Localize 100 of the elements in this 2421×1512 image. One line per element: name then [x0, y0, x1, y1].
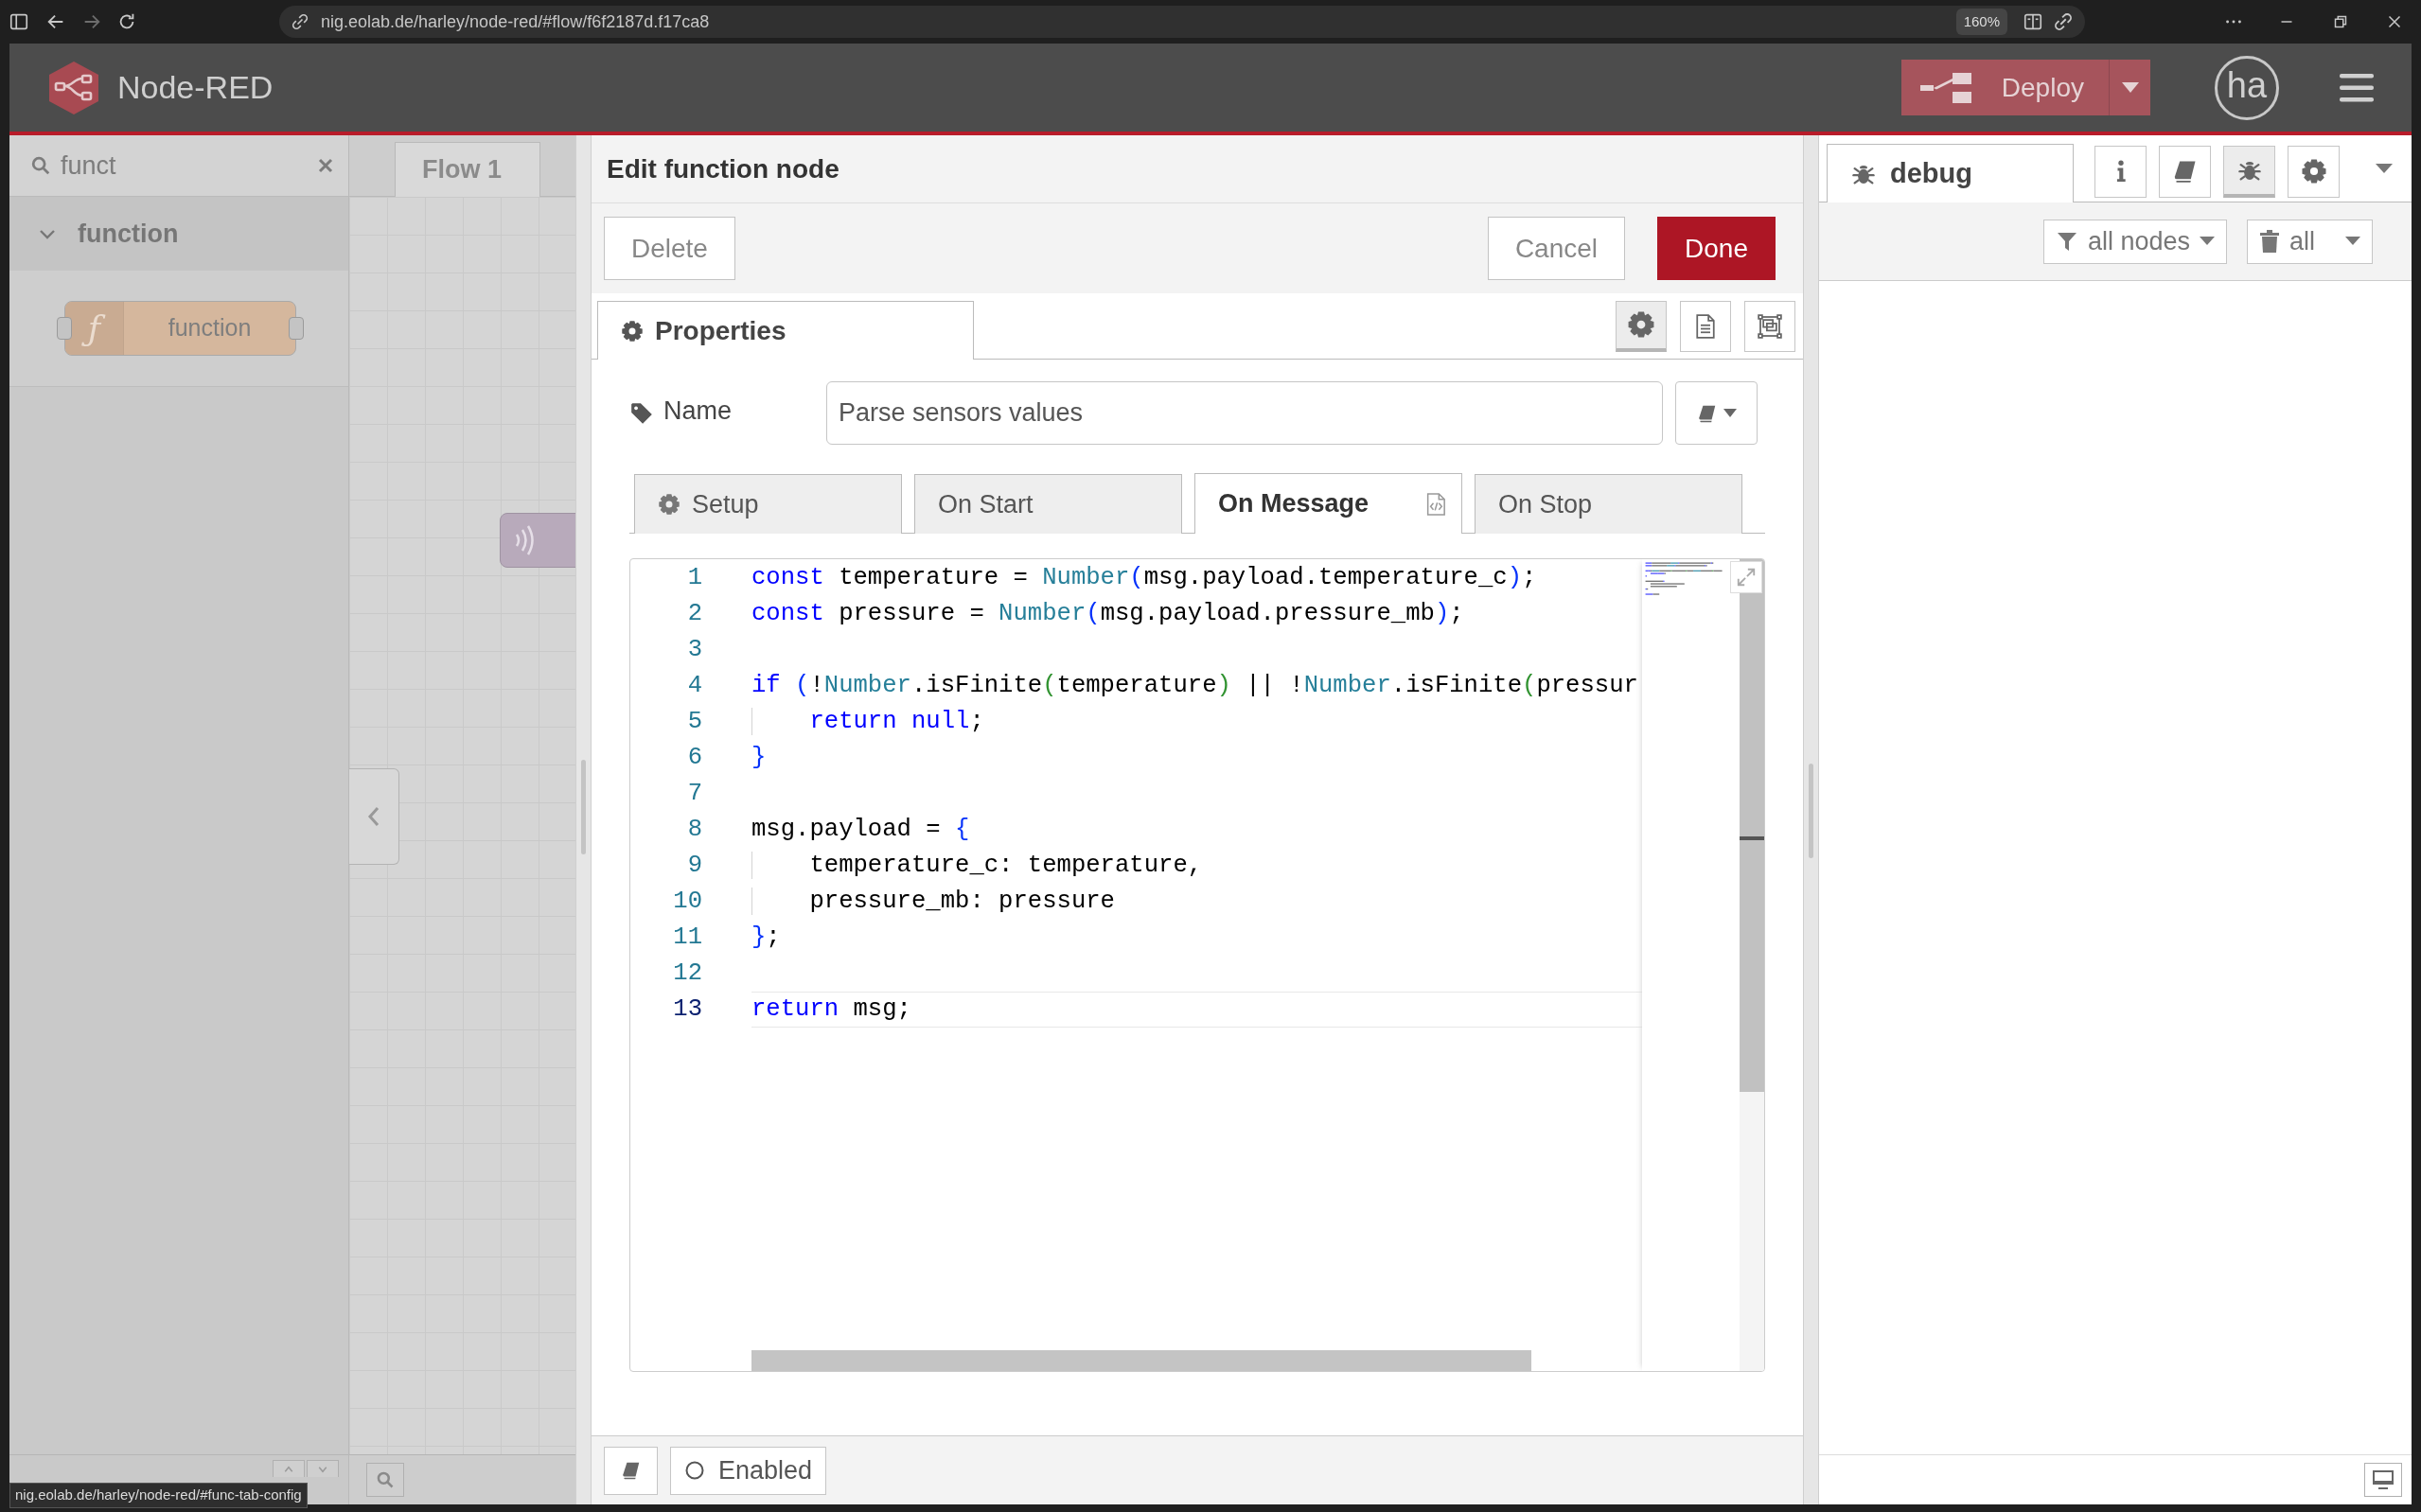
code-line: const temperature = Number(msg.payload.temperature_c); [751, 563, 1538, 593]
flow-node[interactable] [500, 513, 575, 568]
tab-label: On Message [1218, 488, 1370, 520]
sidebar-tool-tab[interactable] [2288, 145, 2340, 198]
tool-tab[interactable] [1744, 300, 1795, 352]
tray-title: Edit function node [592, 135, 1803, 203]
code-line: if (!Number.isFinite(temperature) || !Number.isFinite(pressur [751, 671, 1639, 701]
editor-tab[interactable]: On Start [914, 474, 1182, 534]
cursor-marker [1740, 836, 1764, 840]
resize-handle[interactable] [1809, 764, 1813, 858]
code-line: pressure_mb: pressure [751, 884, 1642, 920]
search-value: funct [61, 149, 117, 182]
editor-tab[interactable]: On Stop [1475, 474, 1742, 534]
line-number: 2 [686, 599, 703, 629]
tag-icon [629, 400, 654, 426]
code-line: }; [751, 923, 782, 953]
gear-icon [621, 319, 644, 343]
site-info-icon[interactable] [291, 12, 309, 31]
clear-icon[interactable] [318, 158, 333, 173]
line-number: 3 [686, 635, 703, 665]
app-title: Node-RED [117, 68, 274, 107]
deploy-menu-button[interactable] [2109, 60, 2150, 115]
gear-icon [658, 493, 680, 516]
sidebar-tool-tab[interactable] [2223, 145, 2275, 198]
properties-tab[interactable]: Properties [597, 301, 974, 360]
zoom-badge[interactable]: 160% [1955, 8, 2007, 36]
code-line: } [751, 743, 768, 773]
name-field[interactable]: Parse sensors values [826, 381, 1663, 445]
chevron-left-icon [366, 805, 381, 828]
code-line: return null; [751, 704, 1642, 740]
node-icon-glyph: ƒ [65, 302, 124, 355]
node-label: function [167, 313, 253, 343]
caret-icon [2200, 237, 2215, 246]
sidebar-tool-tab[interactable] [2159, 145, 2211, 198]
tool-tab[interactable] [1680, 300, 1731, 352]
caret-icon [2121, 81, 2139, 94]
status-url: nig.eolab.de/harley/node-red/#func-tab-config [9, 1483, 308, 1508]
line-number: 7 [686, 779, 703, 809]
logo-icon [46, 59, 101, 116]
enabled-toggle[interactable]: Enabled [670, 1446, 827, 1495]
action-button[interactable]: Delete [604, 217, 735, 280]
reader-icon[interactable] [2023, 11, 2043, 32]
monitor-icon [2372, 1469, 2394, 1490]
line-number: 11 [672, 923, 703, 953]
action-button[interactable]: Cancel [1487, 217, 1626, 280]
trash-icon [2259, 230, 2280, 253]
search-icon [30, 155, 51, 176]
line-number: 1 [686, 563, 703, 593]
frame-icon [1756, 311, 1784, 341]
line-number: 9 [686, 851, 703, 881]
code-line: const pressure = Number(msg.payload.pressure_mb); [751, 599, 1465, 629]
caret-icon[interactable] [2376, 163, 2393, 174]
deploy-button[interactable]: Deploy [1900, 60, 2109, 115]
tab-label: On Stop [1498, 488, 1593, 520]
node-port [289, 317, 304, 340]
sidebar-toggle-icon[interactable] [9, 11, 29, 32]
collapse-handle[interactable] [349, 768, 399, 865]
code-line: return msg; [751, 992, 1642, 1028]
popout-button[interactable] [2364, 1463, 2402, 1497]
field-label: Name [663, 396, 733, 428]
link-icon[interactable] [2053, 11, 2074, 32]
line-number: 4 [686, 671, 703, 701]
book-icon [620, 1460, 642, 1481]
menu-icon[interactable] [2340, 73, 2374, 102]
settings-icon [1627, 310, 1655, 339]
url-text: nig.eolab.de/harley/node-red/#flow/f6f2187d.f17ca8 [321, 10, 710, 33]
line-number: 10 [672, 887, 703, 917]
filter-icon [2055, 230, 2078, 253]
done-button[interactable]: Done [1657, 217, 1776, 280]
user-avatar[interactable]: ha [2215, 55, 2279, 120]
scrollbar-thumb[interactable] [1740, 559, 1764, 1092]
editor-tab[interactable]: Setup [634, 474, 902, 534]
caret-icon [2345, 237, 2360, 246]
line-number: 8 [686, 815, 703, 845]
editor-tab[interactable]: On Message [1194, 473, 1462, 534]
tool-tab[interactable] [1616, 300, 1667, 352]
clear-dropdown[interactable]: all [2247, 219, 2373, 264]
scrollbar-thumb[interactable] [751, 1350, 1531, 1371]
sidebar-tab[interactable]: debug [1827, 144, 2074, 202]
line-number: 6 [686, 743, 703, 773]
line-number: 12 [672, 958, 703, 989]
deploy-icon [1919, 72, 1973, 103]
tab-label: Setup [692, 488, 759, 520]
node-port [57, 317, 72, 340]
library-button[interactable] [604, 1446, 658, 1495]
expand-icon [1736, 567, 1757, 588]
code-line: msg.payload = { [751, 815, 971, 845]
address-bar[interactable]: nig.eolab.de/harley/node-red/#flow/f6f2187d.f17ca8 160% [279, 6, 2085, 38]
search-icon [376, 1470, 395, 1489]
code-line: temperature_c: temperature, [751, 848, 1642, 884]
line-number: 13 [672, 994, 703, 1025]
filter-dropdown[interactable]: all nodes [2042, 219, 2227, 264]
resize-handle[interactable] [581, 760, 586, 854]
caret-icon [1723, 409, 1737, 417]
sidebar-tool-tab[interactable] [2094, 145, 2147, 198]
line-number: 5 [686, 707, 703, 737]
library-button[interactable] [1675, 381, 1758, 445]
tab-label: On Start [938, 488, 1034, 520]
settings-icon [2300, 158, 2327, 185]
wave-icon [514, 524, 535, 556]
